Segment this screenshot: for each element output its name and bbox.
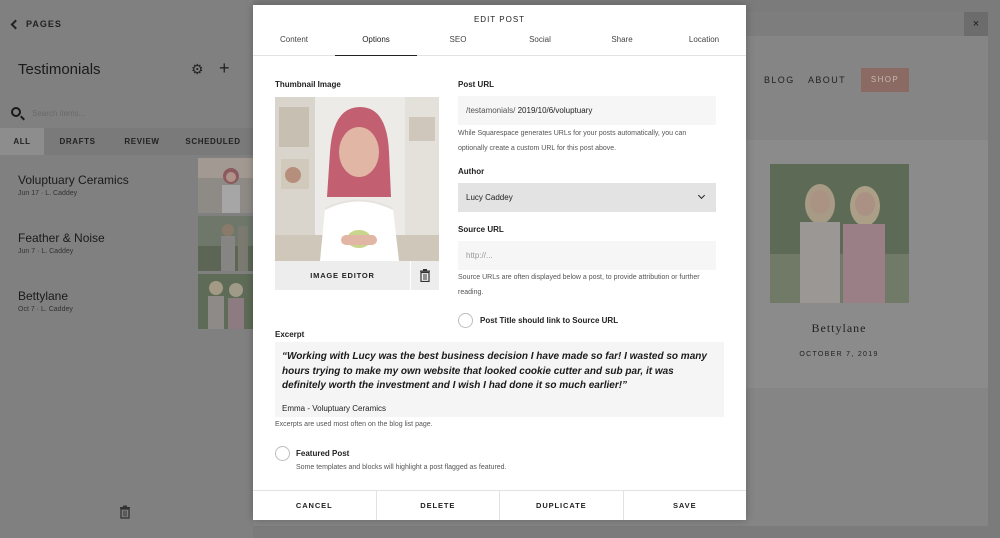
author-value: Lucy Caddey [466, 193, 513, 202]
excerpt-editor[interactable]: “Working with Lucy was the best business… [275, 342, 724, 417]
tab-options[interactable]: Options [335, 32, 417, 56]
featured-post-help: Some templates and blocks will highlight… [296, 464, 507, 471]
thumbnail-image[interactable] [275, 97, 439, 261]
post-list-item[interactable]: Feather & Noise Jun 7 · L. Caddey [0, 215, 253, 273]
post-list-item[interactable]: Voluptuary Ceramics Jun 17 · L. Caddey [0, 157, 253, 215]
featured-post-label: Featured Post [296, 449, 350, 458]
post-url-help: While Squarespace generates URLs for you… [458, 130, 687, 152]
close-preview-button[interactable]: × [964, 12, 988, 36]
post-title: Bettylane [18, 289, 69, 303]
post-list: Voluptuary Ceramics Jun 17 · L. Caddey F… [0, 157, 253, 331]
nav-link-about[interactable]: ABOUT [808, 75, 846, 85]
preview-post-title: Bettylane [811, 321, 867, 335]
save-button[interactable]: SAVE [624, 491, 747, 520]
post-meta: Oct 7 · L. Caddey [18, 306, 73, 313]
post-url-field[interactable]: /testamonials/ 2019/10/6/voluptuary [458, 96, 716, 125]
modal-body: Thumbnail Image IMAGE EDITOR Post URL /t… [253, 57, 746, 490]
post-url-label: Post URL [458, 80, 494, 89]
preview-post-image [770, 164, 909, 303]
filter-tab-all[interactable]: ALL [0, 128, 44, 155]
preview-post-date: OCTOBER 7, 2019 [799, 351, 879, 358]
search-icon [11, 107, 21, 117]
excerpt-attribution: Emma - Voluptuary Ceramics [282, 404, 387, 413]
modal-title: EDIT POST [473, 15, 526, 24]
remove-image-button[interactable] [411, 261, 439, 290]
filter-tab-drafts[interactable]: DRAFTS [44, 128, 111, 155]
post-thumbnail [198, 216, 253, 271]
back-label: PAGES [26, 19, 62, 29]
edit-post-modal: EDIT POST Content Options SEO Social Sha… [253, 5, 746, 520]
tab-content[interactable]: Content [253, 32, 335, 56]
filter-tabs: ALL DRAFTS REVIEW SCHEDULED [0, 128, 253, 155]
trash-icon [420, 269, 430, 282]
excerpt-quote: “Working with Lucy was the best business… [282, 351, 707, 391]
back-to-pages-link[interactable]: PAGES [10, 19, 62, 29]
add-post-icon[interactable]: + [219, 59, 230, 77]
author-label: Author [458, 167, 485, 176]
link-source-label: Post Title should link to Source URL [480, 316, 619, 325]
search-input[interactable] [32, 106, 232, 120]
source-url-label: Source URL [458, 225, 504, 234]
post-url-prefix: /testamonials/ [466, 106, 516, 115]
shop-button[interactable]: SHOP [861, 68, 909, 92]
source-url-input[interactable] [458, 241, 716, 270]
modal-header: EDIT POST Content Options SEO Social Sha… [253, 5, 746, 56]
post-thumbnail [198, 274, 253, 329]
post-thumbnail [198, 158, 253, 213]
nav-link-blog[interactable]: BLOG [764, 75, 795, 85]
filter-tab-review[interactable]: REVIEW [111, 128, 173, 155]
trash-icon[interactable] [118, 505, 132, 519]
post-meta: Jun 7 · L. Caddey [18, 248, 74, 255]
chevron-down-icon [697, 191, 706, 200]
link-source-radio[interactable] [458, 313, 473, 328]
left-panel: PAGES Testimonials ⚙ + ALL DRAFTS REVIEW… [0, 0, 253, 538]
post-meta: Jun 17 · L. Caddey [18, 190, 78, 197]
duplicate-button[interactable]: DUPLICATE [500, 491, 624, 520]
chevron-left-icon [10, 19, 21, 29]
tab-location[interactable]: Location [663, 32, 745, 56]
panel-title: Testimonials [18, 61, 101, 78]
post-title: Feather & Noise [18, 231, 105, 245]
delete-button[interactable]: DELETE [377, 491, 500, 520]
search-row [0, 100, 253, 126]
excerpt-label: Excerpt [275, 330, 305, 339]
post-list-item[interactable]: Bettylane Oct 7 · L. Caddey [0, 273, 253, 331]
featured-post-radio[interactable] [275, 446, 290, 461]
cancel-button[interactable]: CANCEL [253, 491, 377, 520]
post-url-value: 2019/10/6/voluptuary [517, 106, 593, 115]
source-url-help: Source URLs are often displayed below a … [458, 274, 700, 296]
author-select[interactable]: Lucy Caddey [458, 183, 716, 212]
modal-footer: CANCEL DELETE DUPLICATE SAVE [253, 490, 746, 520]
tab-share[interactable]: Share [581, 32, 663, 56]
image-editor-button[interactable]: IMAGE EDITOR [275, 261, 410, 290]
tab-seo[interactable]: SEO [417, 32, 499, 56]
filter-tab-scheduled[interactable]: SCHEDULED [173, 128, 253, 155]
post-title: Voluptuary Ceramics [18, 173, 129, 187]
tab-social[interactable]: Social [499, 32, 581, 56]
gear-icon[interactable]: ⚙ [191, 62, 205, 76]
excerpt-help: Excerpts are used most often on the blog… [275, 421, 433, 428]
thumbnail-label: Thumbnail Image [275, 80, 341, 89]
